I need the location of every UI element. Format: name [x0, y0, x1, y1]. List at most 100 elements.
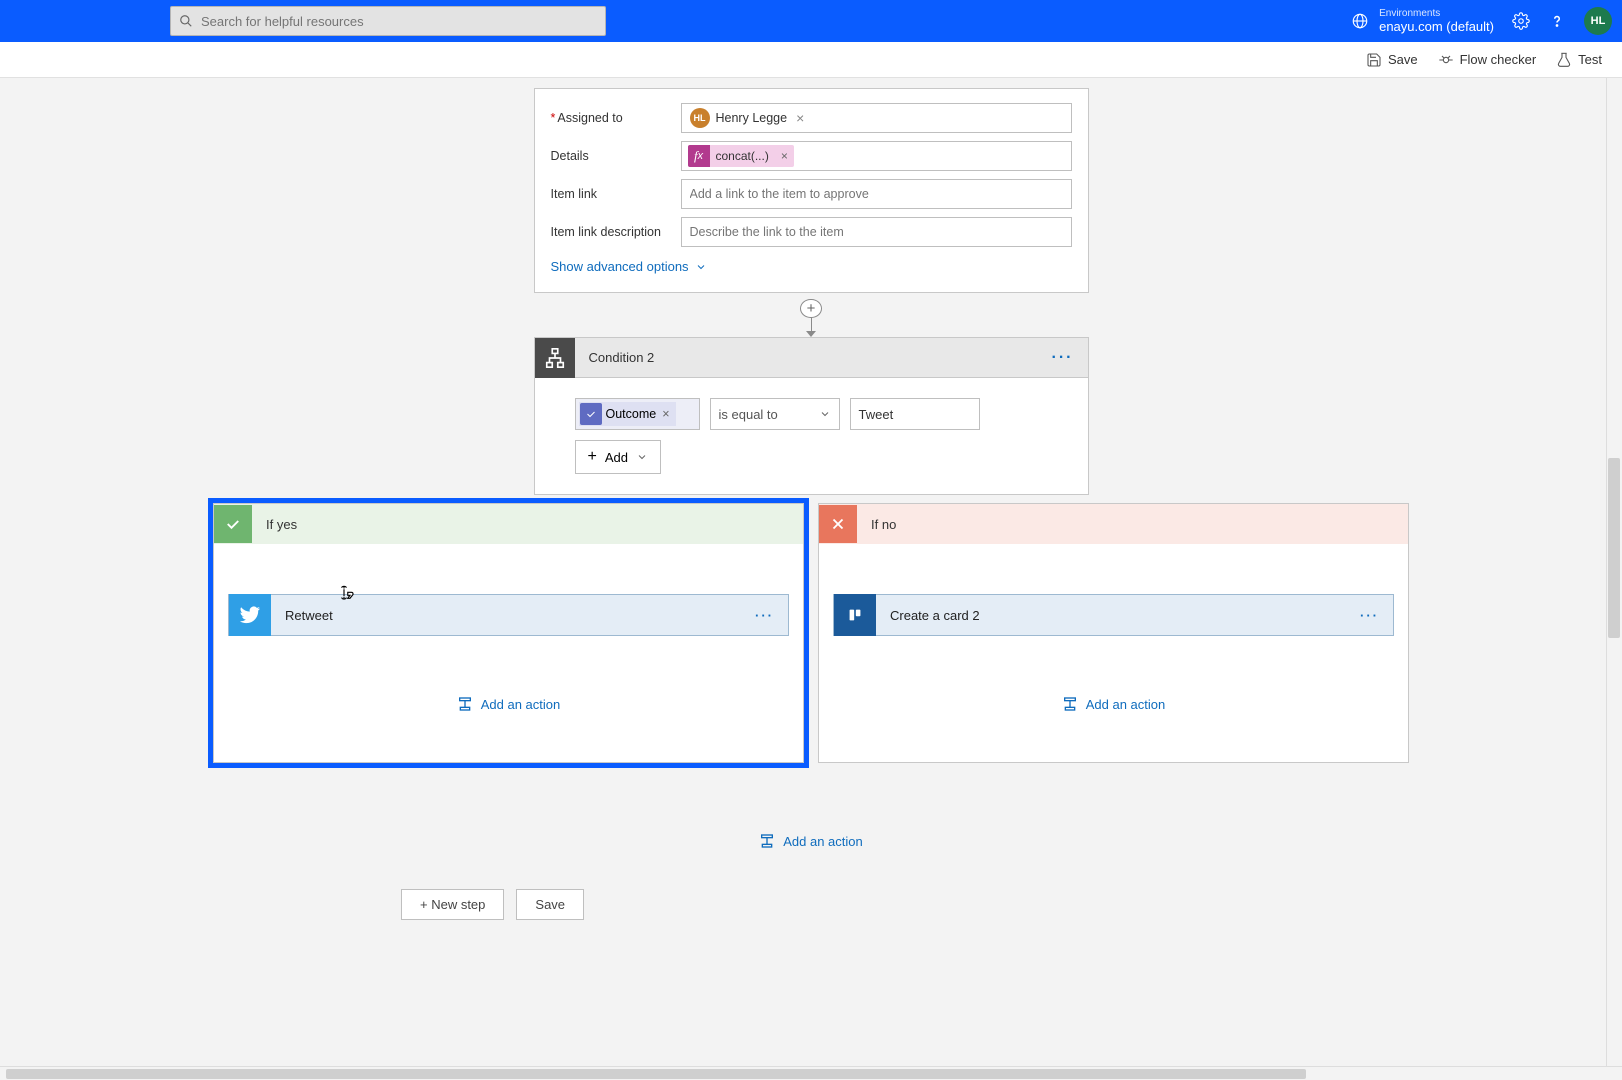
condition-row: Outcome × is equal to Tweet: [575, 398, 1058, 430]
test-label: Test: [1578, 52, 1602, 67]
canvas[interactable]: *Assigned to HL Henry Legge × Details: [0, 78, 1622, 1080]
outcome-token-text: Outcome: [606, 407, 657, 421]
user-avatar[interactable]: HL: [1584, 7, 1612, 35]
test-icon: [1556, 52, 1572, 68]
condition-add-button[interactable]: + Add: [575, 440, 661, 474]
trello-icon: [834, 594, 876, 636]
add-action-icon: [759, 833, 775, 849]
details-input[interactable]: fx concat(...) ×: [681, 141, 1072, 171]
outcome-token-remove[interactable]: ×: [656, 407, 675, 421]
condition-icon: [535, 338, 575, 378]
twitter-icon: [229, 594, 271, 636]
no-add-action[interactable]: Add an action: [833, 696, 1394, 712]
field-assigned-to: *Assigned to HL Henry Legge ×: [535, 99, 1088, 137]
condition-operator[interactable]: is equal to: [710, 398, 840, 430]
top-bar: Environments enayu.com (default) HL: [0, 0, 1622, 42]
create-card-title: Create a card 2: [876, 608, 1346, 623]
item-link-desc-input[interactable]: [681, 217, 1072, 247]
search-input[interactable]: [201, 14, 597, 29]
operator-text: is equal to: [719, 407, 778, 422]
if-yes-branch: If yes Retweet ··· Add an action: [213, 503, 804, 763]
retweet-title: Retweet: [271, 608, 741, 623]
item-link-desc-label: Item link description: [551, 225, 671, 239]
if-no-title: If no: [857, 517, 896, 532]
if-yes-title: If yes: [252, 517, 297, 532]
if-no-header[interactable]: If no: [819, 504, 1408, 544]
flow-checker-label: Flow checker: [1460, 52, 1537, 67]
user-pill-name: Henry Legge: [716, 111, 788, 125]
chevron-down-icon: [636, 451, 648, 463]
condition-header[interactable]: Condition 2 ···: [535, 338, 1088, 378]
condition-menu[interactable]: ···: [1038, 349, 1088, 367]
settings-button[interactable]: [1512, 12, 1530, 30]
horizontal-scrollbar[interactable]: [0, 1066, 1622, 1080]
search-box[interactable]: [170, 6, 606, 36]
search-icon: [179, 14, 193, 28]
yes-add-action[interactable]: Add an action: [228, 696, 789, 712]
user-pill-avatar: HL: [690, 108, 710, 128]
show-advanced-label: Show advanced options: [551, 259, 689, 274]
vertical-scrollbar[interactable]: [1606, 78, 1622, 1080]
no-add-action-label: Add an action: [1086, 697, 1166, 712]
assigned-to-input[interactable]: HL Henry Legge ×: [681, 103, 1072, 133]
save-button[interactable]: Save: [1366, 52, 1418, 68]
field-item-link-desc: Item link description: [535, 213, 1088, 251]
bottom-add-action[interactable]: Add an action: [191, 833, 1431, 849]
condition-value[interactable]: Tweet: [850, 398, 980, 430]
fx-remove[interactable]: ×: [775, 149, 794, 163]
approval-card: *Assigned to HL Henry Legge × Details: [534, 88, 1089, 293]
add-label: Add: [605, 450, 628, 465]
connector: +: [191, 293, 1431, 337]
user-pill-remove[interactable]: ×: [793, 110, 807, 126]
condition-card: Condition 2 ··· Outcome × is equal to: [534, 337, 1089, 495]
add-action-icon: [457, 696, 473, 712]
chevron-down-icon: [819, 408, 831, 420]
details-label: Details: [551, 149, 671, 163]
fx-icon: fx: [688, 145, 710, 167]
if-yes-header[interactable]: If yes: [214, 504, 803, 544]
outcome-token-icon: [580, 403, 602, 425]
create-card-action[interactable]: Create a card 2 ···: [833, 594, 1394, 636]
save-label: Save: [1388, 52, 1418, 67]
bottom-add-label: Add an action: [783, 834, 863, 849]
flow-checker-icon: [1438, 52, 1454, 68]
fx-text: concat(...): [710, 149, 775, 163]
field-details: Details fx concat(...) ×: [535, 137, 1088, 175]
env-label: Environments: [1379, 8, 1494, 19]
close-icon: [819, 505, 857, 543]
environment-picker[interactable]: Environments enayu.com (default): [1351, 8, 1494, 34]
environment-icon: [1351, 12, 1369, 30]
footer-save-button[interactable]: Save: [516, 889, 584, 920]
save-icon: [1366, 52, 1382, 68]
create-card-menu[interactable]: ···: [1346, 608, 1393, 623]
retweet-action[interactable]: Retweet ···: [228, 594, 789, 636]
field-item-link: Item link: [535, 175, 1088, 213]
insert-step-button[interactable]: +: [800, 299, 822, 318]
branches: If yes Retweet ··· Add an action: [213, 503, 1409, 763]
condition-value-text: Tweet: [859, 407, 894, 422]
help-button[interactable]: [1548, 12, 1566, 30]
fx-token: fx concat(...) ×: [688, 145, 794, 167]
test-button[interactable]: Test: [1556, 52, 1602, 68]
condition-left-operand[interactable]: Outcome ×: [575, 398, 700, 430]
command-bar: Save Flow checker Test: [0, 42, 1622, 78]
yes-add-action-label: Add an action: [481, 697, 561, 712]
show-advanced-link[interactable]: Show advanced options: [535, 251, 723, 278]
flow-checker-button[interactable]: Flow checker: [1438, 52, 1537, 68]
top-right: Environments enayu.com (default) HL: [1351, 7, 1612, 35]
retweet-menu[interactable]: ···: [741, 608, 788, 623]
chevron-down-icon: [695, 261, 707, 273]
assigned-to-label: Assigned to: [557, 111, 622, 125]
check-icon: [214, 505, 252, 543]
add-action-icon: [1062, 696, 1078, 712]
env-name: enayu.com (default): [1379, 19, 1494, 34]
item-link-label: Item link: [551, 187, 671, 201]
condition-title: Condition 2: [575, 350, 1038, 365]
user-pill: HL Henry Legge ×: [688, 107, 810, 129]
help-icon: [1548, 12, 1566, 30]
new-step-button[interactable]: + New step: [401, 889, 504, 920]
footer-buttons: + New step Save: [401, 889, 1431, 920]
if-no-branch: If no Create a card 2 ··· Add an action: [818, 503, 1409, 763]
gear-icon: [1512, 12, 1530, 30]
item-link-input[interactable]: [681, 179, 1072, 209]
